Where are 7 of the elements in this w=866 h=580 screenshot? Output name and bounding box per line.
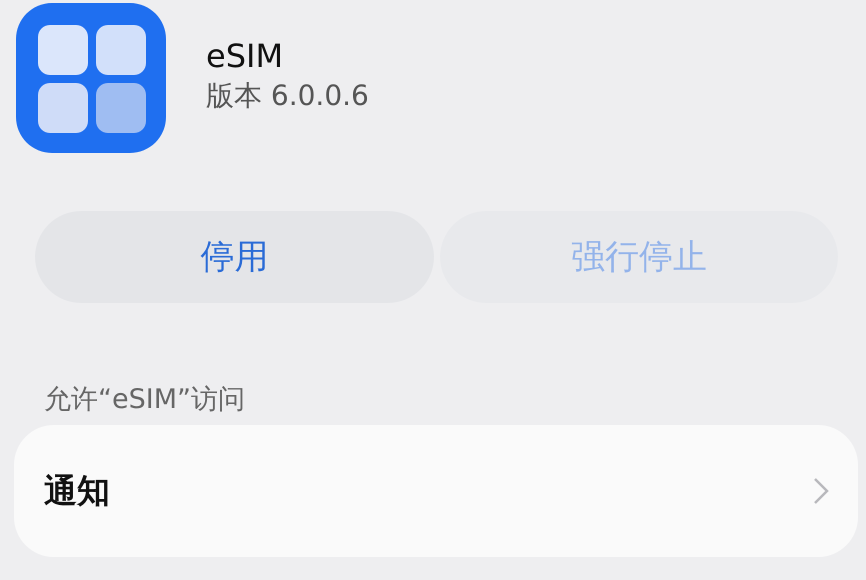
notifications-row[interactable]: 通知 [14, 425, 858, 557]
app-icon [16, 2, 166, 152]
app-version: 版本 6.0.0.6 [206, 78, 369, 114]
app-name: eSIM [206, 36, 284, 74]
chevron-right-icon [812, 476, 830, 506]
section-title: 允许“eSIM”访问 [43, 383, 246, 417]
disable-button[interactable]: 停用 [35, 211, 434, 303]
